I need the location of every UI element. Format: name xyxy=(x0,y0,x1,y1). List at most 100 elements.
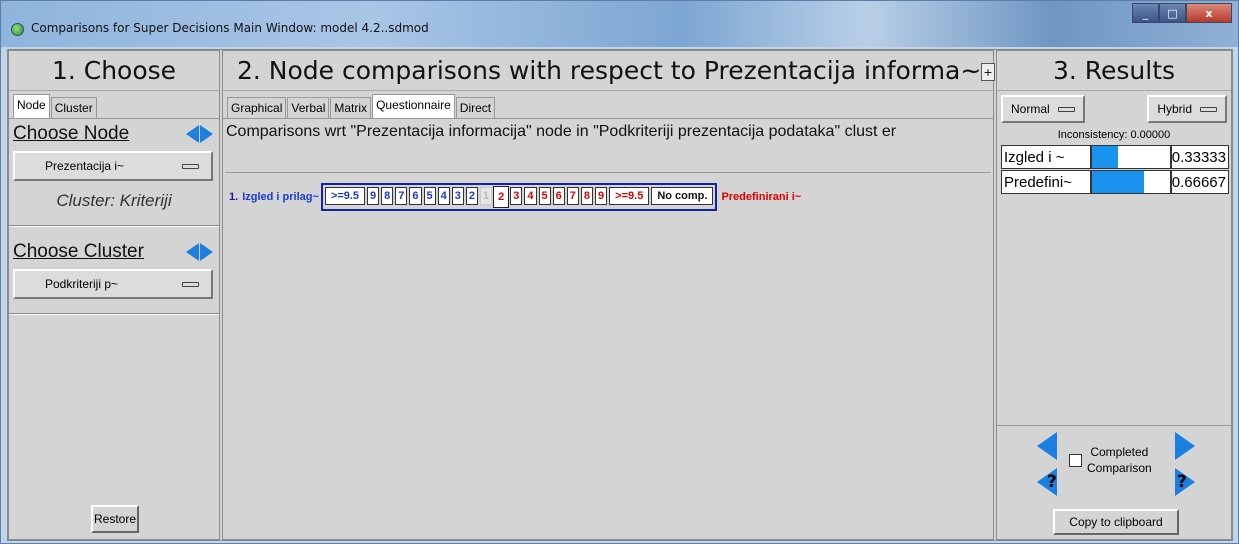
comparisons-heading: 2. Node comparisons with respect to Prez… xyxy=(223,51,993,91)
choose-node-row: Choose Node xyxy=(9,123,219,145)
question-mark-icon: ? xyxy=(1047,472,1057,492)
choose-node-label: Choose Node xyxy=(13,123,130,144)
close-button[interactable]: x xyxy=(1186,3,1232,23)
scale-right-value[interactable]: >=9.5 xyxy=(609,187,650,205)
choose-tabs: Node Cluster xyxy=(9,91,219,119)
result-value: 0.33333 xyxy=(1171,145,1229,169)
row-number: 1. xyxy=(229,191,239,203)
results-table: Izgled i ~ 0.33333 Predefini~ 0.66667 xyxy=(1001,145,1229,194)
result-row: Predefini~ 0.66667 xyxy=(1001,170,1229,194)
scale-right-value[interactable]: 8 xyxy=(580,187,594,205)
dropdown-indicator-icon xyxy=(182,281,199,287)
normal-mode-value: Normal xyxy=(1011,102,1050,116)
results-heading: 3. Results xyxy=(997,51,1231,91)
node-dropdown-value: Prezentacija i~ xyxy=(45,159,125,173)
comparison-mode-tabs: Graphical Verbal Matrix Questionnaire Di… xyxy=(223,91,993,119)
comparisons-panel: 2. Node comparisons with respect to Prez… xyxy=(222,50,994,540)
results-panel: + 3. Results Normal Hybrid Inconsistency… xyxy=(981,50,1232,540)
normal-mode-dropdown[interactable]: Normal xyxy=(1001,95,1085,123)
divider xyxy=(9,313,219,315)
prev-node-arrow-icon[interactable] xyxy=(186,125,199,143)
app-window: Comparisons for Super Decisions Main Win… xyxy=(0,0,1239,544)
expand-button[interactable]: + xyxy=(981,63,995,81)
tab-verbal[interactable]: Verbal xyxy=(287,97,330,118)
left-node-label: Izgled i prilag~ xyxy=(242,191,319,203)
minimize-button[interactable]: _ xyxy=(1132,3,1159,23)
cluster-dropdown-value: Podkriteriji p~ xyxy=(45,277,119,291)
priority-bar xyxy=(1091,170,1171,194)
node-dropdown[interactable]: Prezentacija i~ xyxy=(13,151,213,181)
cluster-arrows xyxy=(186,243,213,261)
tab-graphical[interactable]: Graphical xyxy=(227,97,287,118)
dropdown-indicator-icon xyxy=(182,163,199,169)
priority-bar-fill xyxy=(1092,146,1118,168)
node-arrows xyxy=(186,125,213,143)
tab-node[interactable]: Node xyxy=(13,94,50,118)
priority-bar-fill xyxy=(1092,171,1144,193)
comparison-scale: >=9.5 9 8 7 6 5 4 3 2 1 2 3 4 5 6 7 8 9 … xyxy=(320,183,718,211)
right-node-label: Predefinirani i~ xyxy=(721,191,802,203)
navigation-area: ? ? Completed Comparison xyxy=(997,425,1231,505)
window-controls: _ □ x xyxy=(1132,3,1232,25)
completed-label: Completed Comparison xyxy=(1087,444,1152,476)
scale-left-value[interactable]: 7 xyxy=(395,187,408,205)
comparison-row: 1. Izgled i prilag~ >=9.5 9 8 7 6 5 4 3 … xyxy=(223,183,993,211)
completed-label-line1: Completed xyxy=(1090,445,1149,459)
restore-button[interactable]: Restore xyxy=(91,505,139,533)
previous-comparison-arrow-icon[interactable] xyxy=(1037,432,1057,460)
next-node-arrow-icon[interactable] xyxy=(200,125,213,143)
scale-right-value[interactable]: 9 xyxy=(595,187,608,205)
scale-left-value[interactable]: 8 xyxy=(381,187,394,205)
scale-selected-value[interactable]: 2 xyxy=(494,187,509,207)
maximize-button[interactable]: □ xyxy=(1159,3,1186,23)
tab-matrix[interactable]: Matrix xyxy=(330,97,372,118)
comparison-question: Comparisons wrt "Prezentacija informacij… xyxy=(225,121,991,173)
tab-direct[interactable]: Direct xyxy=(455,97,496,118)
scale-left-value[interactable]: >=9.5 xyxy=(324,187,366,205)
priority-bar xyxy=(1091,145,1171,169)
scale-right-value[interactable]: 6 xyxy=(552,187,565,205)
inconsistency-value: Inconsistency: 0.00000 xyxy=(1057,129,1171,141)
app-icon xyxy=(11,23,24,36)
hybrid-mode-dropdown[interactable]: Hybrid xyxy=(1147,95,1227,123)
scale-right-value[interactable]: 7 xyxy=(566,187,579,205)
window-title: Comparisons for Super Decisions Main Win… xyxy=(31,21,429,35)
result-value: 0.66667 xyxy=(1171,170,1229,194)
results-mode-row: Normal Hybrid xyxy=(997,91,1231,123)
next-comparison-arrow-icon[interactable] xyxy=(1175,432,1195,460)
question-mark-icon: ? xyxy=(1177,472,1187,492)
scale-left-value[interactable]: 2 xyxy=(465,187,479,205)
scale-left-value[interactable]: 3 xyxy=(451,187,464,205)
scale-right-value[interactable]: 3 xyxy=(510,187,523,205)
dropdown-indicator-icon xyxy=(1057,106,1075,112)
completed-label-line2: Comparison xyxy=(1087,461,1152,475)
choose-cluster-row: Choose Cluster xyxy=(9,241,219,263)
scale-left-value[interactable]: 9 xyxy=(367,187,380,205)
scale-right-value[interactable]: 5 xyxy=(538,187,551,205)
no-comparison-button[interactable]: No comp. xyxy=(651,187,714,205)
scale-center-value[interactable]: 1 xyxy=(480,187,493,205)
tab-cluster[interactable]: Cluster xyxy=(50,97,97,118)
tab-questionnaire[interactable]: Questionnaire xyxy=(372,94,455,118)
scale-left-value[interactable]: 4 xyxy=(437,187,450,205)
copy-to-clipboard-button[interactable]: Copy to clipboard xyxy=(1053,509,1179,535)
prev-cluster-arrow-icon[interactable] xyxy=(186,243,199,261)
scale-left-value[interactable]: 6 xyxy=(409,187,422,205)
scale-right-value[interactable]: 4 xyxy=(524,187,537,205)
cluster-info: Cluster: Kriteriji xyxy=(56,191,172,210)
divider xyxy=(9,225,219,227)
result-node-name: Predefini~ xyxy=(1001,170,1091,194)
scale-left-value[interactable]: 5 xyxy=(423,187,436,205)
hybrid-mode-value: Hybrid xyxy=(1157,102,1192,116)
completed-checkbox[interactable] xyxy=(1069,454,1082,467)
choose-heading: 1. Choose xyxy=(9,51,219,91)
cluster-dropdown[interactable]: Podkriteriji p~ xyxy=(13,269,213,299)
next-cluster-arrow-icon[interactable] xyxy=(200,243,213,261)
result-node-name: Izgled i ~ xyxy=(1001,145,1091,169)
title-bar: Comparisons for Super Decisions Main Win… xyxy=(1,1,1238,47)
dropdown-indicator-icon xyxy=(1200,106,1217,112)
choose-cluster-label: Choose Cluster xyxy=(13,241,144,262)
main-client-area: 1. Choose Node Cluster Choose Node Preze… xyxy=(7,49,1233,541)
result-row: Izgled i ~ 0.33333 xyxy=(1001,145,1229,169)
choose-panel: 1. Choose Node Cluster Choose Node Preze… xyxy=(8,50,220,540)
